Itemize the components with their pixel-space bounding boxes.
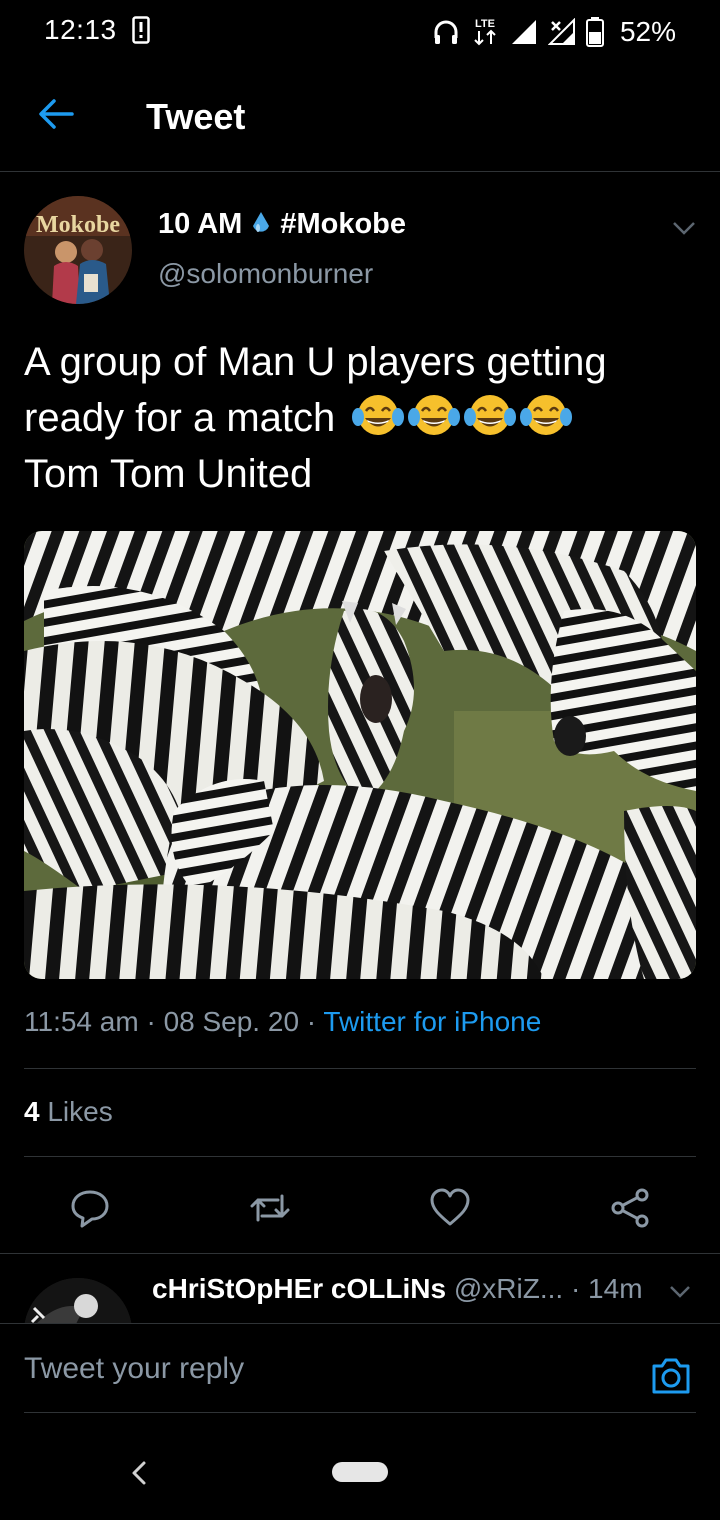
divider (0, 1253, 720, 1254)
alert-icon (132, 16, 150, 44)
signal-icon-no-data (547, 18, 575, 45)
zebra-herd-image (24, 531, 696, 979)
reply-input[interactable]: Tweet your reply (24, 1352, 244, 1386)
signal-icon (511, 20, 536, 44)
battery-percent: 52% (619, 16, 676, 47)
status-time: 12:13 (44, 14, 117, 45)
lte-icon: LTE (474, 18, 496, 46)
divider (24, 1412, 696, 1413)
tweet-text-line: A group of Man U players getting (24, 340, 607, 384)
reply-handle: @xRiZ... (453, 1273, 564, 1304)
likes-label: Likes (47, 1096, 113, 1127)
lte-label: LTE (475, 18, 495, 30)
tweet-text-line: ready for a match (24, 396, 336, 440)
system-nav-bar (0, 1430, 720, 1520)
reply-time: 14m (588, 1273, 643, 1304)
headphones-icon (434, 20, 458, 44)
reply-header[interactable]: cHriStOpHEr cOLLiNs @xRiZ... · 14m (152, 1273, 643, 1305)
author-avatar[interactable]: Mokobe (24, 196, 132, 304)
reply-composer: Tweet your reply (0, 1323, 720, 1416)
nav-back-icon[interactable] (128, 1460, 150, 1486)
tweet-text-line: Tom Tom United (24, 452, 313, 496)
speech-bubble-icon[interactable] (68, 1186, 112, 1230)
tears-of-joy-emoji-icon (408, 395, 461, 435)
screen: 12:13 LTE 52% Tweet Mokobe 10 AM #Mokobe… (0, 0, 720, 1520)
meta-separator: · (570, 1273, 589, 1304)
status-right: LTE 52% (432, 12, 676, 52)
author-display-name: 10 AM (158, 208, 243, 240)
chevron-down-icon[interactable] (668, 1280, 692, 1304)
page-title: Tweet (146, 96, 246, 137)
share-icon[interactable] (608, 1186, 652, 1230)
divider (24, 1068, 696, 1069)
chevron-down-icon[interactable] (670, 214, 698, 242)
water-drop-icon (253, 211, 270, 232)
status-bar: 12:13 LTE 52% (0, 0, 720, 64)
tears-of-joy-emoji-icon (352, 395, 405, 435)
tweet-text-line-with-emoji: ready for a match (24, 390, 704, 446)
reply-display-name: cHriStOpHEr cOLLiNs (152, 1273, 447, 1304)
likes-count[interactable]: 4 Likes (24, 1096, 113, 1128)
tweet-source-link[interactable]: Twitter for iPhone (323, 1006, 541, 1037)
arrow-left-icon[interactable] (36, 94, 76, 134)
svg-text:Mokobe: Mokobe (36, 212, 120, 238)
divider (24, 1156, 696, 1157)
tears-of-joy-emoji-icon (520, 395, 573, 435)
tweet-actions (0, 1180, 720, 1240)
tears-of-joy-emoji-icon (464, 395, 517, 435)
author-name-line[interactable]: 10 AM #Mokobe (158, 208, 406, 241)
tweet-text: A group of Man U players getting ready f… (24, 334, 704, 502)
likes-number: 4 (24, 1096, 40, 1127)
laughing-emoji-group (352, 390, 576, 446)
tweet-date: 08 Sep. 20 (163, 1006, 300, 1037)
retweet-icon[interactable] (248, 1186, 292, 1230)
author-handle[interactable]: @solomonburner (158, 258, 373, 290)
tweet-photo[interactable] (24, 531, 696, 979)
battery-icon (585, 17, 604, 47)
tweet-meta: 11:54 am · 08 Sep. 20 · Twitter for iPho… (24, 1006, 541, 1038)
top-app-bar: Tweet (0, 64, 720, 172)
heart-icon[interactable] (428, 1186, 472, 1230)
camera-icon[interactable] (650, 1356, 692, 1396)
nav-home-pill[interactable] (332, 1462, 388, 1482)
meta-separator: · (306, 1006, 324, 1037)
tweet-time: 11:54 am (24, 1006, 139, 1037)
author-hashtag: #Mokobe (280, 208, 407, 240)
meta-separator: · (146, 1006, 164, 1037)
